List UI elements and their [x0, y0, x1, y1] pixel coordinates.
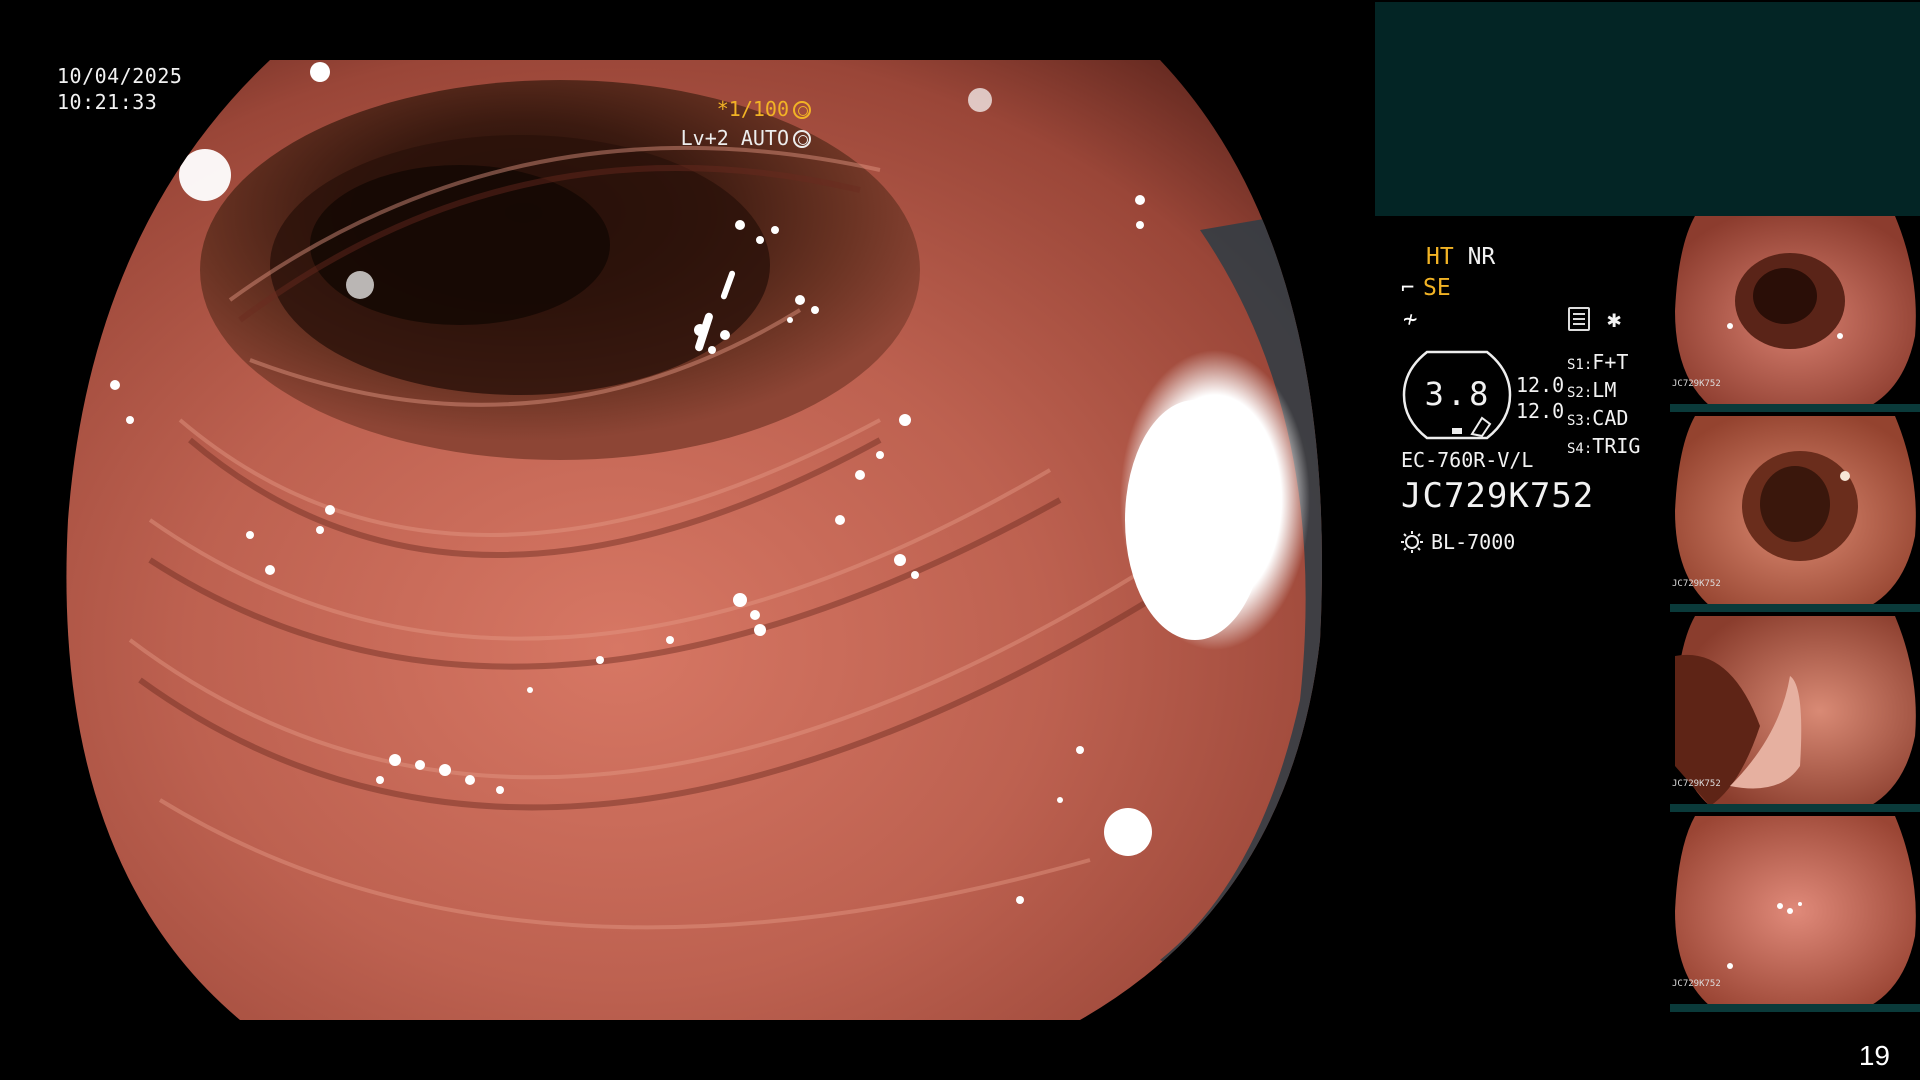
shutter-ring-icon — [793, 101, 811, 119]
asterisk-icon: ✱ — [1607, 305, 1622, 333]
shutter-speed: *1/100 — [717, 97, 811, 121]
switch-row-4: S4:TRIG — [1567, 434, 1641, 458]
mode-se: SE — [1423, 275, 1451, 301]
thumbnail-1-label: JC729K752 — [1672, 379, 1721, 389]
mode-row-ht-nr: HT NR — [1426, 244, 1495, 270]
wave-icon: ≁ — [1403, 305, 1418, 333]
iris-mode-text: Lv+2 AUTO — [680, 126, 789, 150]
date-text: 10/04/2025 — [57, 64, 183, 88]
light-source: BL-7000 — [1401, 530, 1515, 554]
iris-ring-icon — [793, 130, 811, 148]
curve-icon: ⌐ — [1401, 276, 1415, 301]
scope-serial: JC729K752 — [1401, 476, 1595, 516]
oval-value: 3.8 — [1424, 375, 1492, 413]
iris-mode: Lv+2 AUTO — [681, 126, 811, 150]
thumbnail-4-label: JC729K752 — [1672, 979, 1721, 989]
datetime: 10/04/2025 10:21:33 — [57, 63, 182, 115]
switch-assignments: S1:F+T S2:LM S3:CAD S4:TRIG — [1567, 350, 1640, 462]
info-panel: HT NR ⌐ SE ≁ ✱ 3.8 12.0 12.0 S1:F+T S2:LM… — [1373, 0, 1920, 1080]
thumbnail-3-label: JC729K752 — [1672, 779, 1721, 789]
switch-row-2: S2:LM — [1567, 378, 1617, 402]
switch-row-3: S3:CAD — [1567, 406, 1629, 430]
image-preview-area — [1375, 2, 1920, 216]
mode-row-se: ⌐ SE — [1401, 275, 1451, 301]
thumbnail-2[interactable]: JC729K752 — [1670, 416, 1920, 612]
numeric-value-2: 12.0 — [1516, 399, 1565, 423]
shutter-speed-text: *1/100 — [716, 97, 789, 121]
thumbnail-1[interactable]: JC729K752 — [1670, 216, 1920, 412]
switch-row-1: S1:F+T — [1567, 350, 1629, 374]
thumbnail-4[interactable]: JC729K752 — [1670, 816, 1920, 1012]
numeric-value-1: 12.0 — [1516, 373, 1565, 397]
thumbnail-2-label: JC729K752 — [1672, 579, 1721, 589]
mode-nr: NR — [1467, 244, 1496, 270]
light-source-text: BL-7000 — [1431, 530, 1516, 554]
sun-icon — [1401, 531, 1423, 553]
page-number: 19 — [1858, 1040, 1890, 1071]
time-text: 10:21:33 — [57, 90, 158, 114]
document-icon — [1568, 307, 1590, 331]
mode-ht: HT — [1426, 244, 1454, 270]
endoscope-image — [66, 60, 1323, 1020]
scope-model: EC-760R-V/L — [1401, 448, 1534, 472]
endoscope-view: 10/04/2025 10:21:33 *1/100 Lv+2 AUTO — [0, 0, 1373, 1080]
thumbnail-3[interactable]: JC729K752 — [1670, 616, 1920, 812]
numeric-values: 12.0 12.0 — [1516, 372, 1564, 424]
